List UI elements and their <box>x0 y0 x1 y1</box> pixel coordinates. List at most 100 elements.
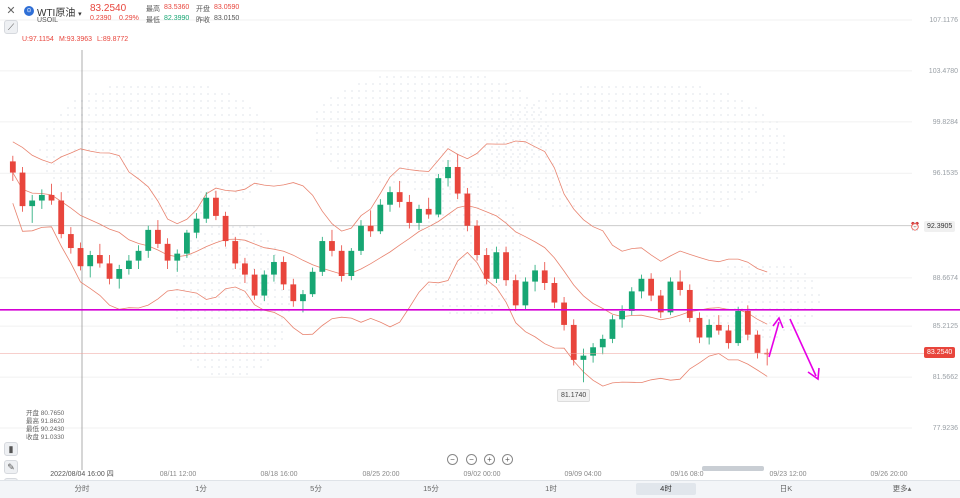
map-dot <box>273 337 277 341</box>
tab-timeframe-15m[interactable]: 15分 <box>401 483 461 495</box>
map-dot <box>448 192 452 196</box>
tab-timeframe-1h[interactable]: 1时 <box>521 483 581 495</box>
map-dot <box>677 197 681 201</box>
candle-body <box>686 289 693 318</box>
map-dot <box>189 316 193 320</box>
zoom-in-button[interactable]: + <box>502 454 513 465</box>
map-dot <box>448 89 452 93</box>
price-chart[interactable]: 107.1176103.478099.828496.153588.667485.… <box>0 0 960 497</box>
map-dot <box>269 155 273 159</box>
map-dot <box>614 211 618 215</box>
tab-timeframe-4h[interactable]: 4时 <box>636 483 696 495</box>
map-dot <box>691 183 695 187</box>
map-dot <box>719 148 723 152</box>
map-dot <box>413 131 417 135</box>
map-dot <box>600 190 604 194</box>
map-dot <box>385 173 389 177</box>
pen-icon[interactable]: ✎ <box>4 460 18 474</box>
map-dot <box>224 253 228 257</box>
map-dot <box>740 279 744 283</box>
map-dot <box>455 145 459 149</box>
map-dot <box>469 185 473 189</box>
map-dot <box>101 190 105 194</box>
map-dot <box>537 141 541 145</box>
map-dot <box>217 260 221 264</box>
map-dot <box>476 199 480 203</box>
map-dot <box>227 176 231 180</box>
scroll-right-button[interactable]: + <box>484 454 495 465</box>
map-dot <box>469 311 473 315</box>
map-dot <box>213 155 217 159</box>
map-dot <box>224 295 228 299</box>
map-dot <box>238 365 242 369</box>
map-dot <box>87 197 91 201</box>
map-dot <box>504 199 508 203</box>
draw-tool-icon[interactable]: ⟋ <box>4 20 18 34</box>
map-dot <box>600 92 604 96</box>
map-dot <box>476 304 480 308</box>
map-dot <box>754 176 758 180</box>
map-dot <box>259 330 263 334</box>
map-dot <box>427 75 431 79</box>
map-dot <box>185 211 189 215</box>
map-dot <box>385 75 389 79</box>
map-dot <box>392 75 396 79</box>
map-dot <box>642 92 646 96</box>
map-dot <box>518 248 522 252</box>
map-dot <box>768 176 772 180</box>
zoom-out-button[interactable]: − <box>447 454 458 465</box>
map-dot <box>427 82 431 86</box>
map-dot <box>108 197 112 201</box>
map-dot <box>579 92 583 96</box>
map-dot <box>733 293 737 297</box>
map-dot <box>206 85 210 89</box>
candle-body <box>348 250 355 276</box>
bell-icon[interactable]: ⏰ <box>910 222 920 231</box>
map-dot <box>322 103 326 107</box>
map-dot <box>122 106 126 110</box>
indicator-icon[interactable]: ▮ <box>4 442 18 456</box>
map-dot <box>782 148 786 152</box>
scroll-left-button[interactable]: − <box>466 454 477 465</box>
tab-timeframe-tick[interactable]: 分时 <box>52 483 112 495</box>
map-dot <box>579 155 583 159</box>
map-dot <box>462 82 466 86</box>
tab-timeframe-5m[interactable]: 5分 <box>286 483 346 495</box>
map-dot <box>427 131 431 135</box>
map-dot <box>565 134 569 138</box>
map-dot <box>175 316 179 320</box>
map-dot <box>399 110 403 114</box>
map-dot <box>143 134 147 138</box>
map-dot <box>740 265 744 269</box>
candle-body <box>696 317 703 338</box>
map-dot <box>490 103 494 107</box>
map-dot <box>614 113 618 117</box>
map-dot <box>259 337 263 341</box>
map-dot <box>101 141 105 145</box>
map-dot <box>511 124 515 128</box>
map-dot <box>357 103 361 107</box>
map-dot <box>94 148 98 152</box>
map-dot <box>220 148 224 152</box>
map-dot <box>196 316 200 320</box>
map-dot <box>441 199 445 203</box>
map-dot <box>733 134 737 138</box>
map-dot <box>371 117 375 121</box>
map-dot <box>234 99 238 103</box>
map-dot <box>803 279 807 283</box>
map-dot <box>768 328 772 332</box>
map-dot <box>670 134 674 138</box>
tab-timeframe-day[interactable]: 日K <box>756 483 816 495</box>
close-icon[interactable]: ✕ <box>4 4 18 18</box>
map-dot <box>607 127 611 131</box>
map-dot <box>136 190 140 194</box>
map-dot <box>490 248 494 252</box>
tab-timeframe-1m[interactable]: 1分 <box>171 483 231 495</box>
map-dot <box>266 302 270 306</box>
candle-body <box>358 225 364 251</box>
map-dot <box>490 297 494 301</box>
more-timeframes-button[interactable]: 更多▴ <box>872 483 932 495</box>
map-dot <box>399 124 403 128</box>
map-dot <box>336 124 340 128</box>
map-dot <box>364 117 368 121</box>
